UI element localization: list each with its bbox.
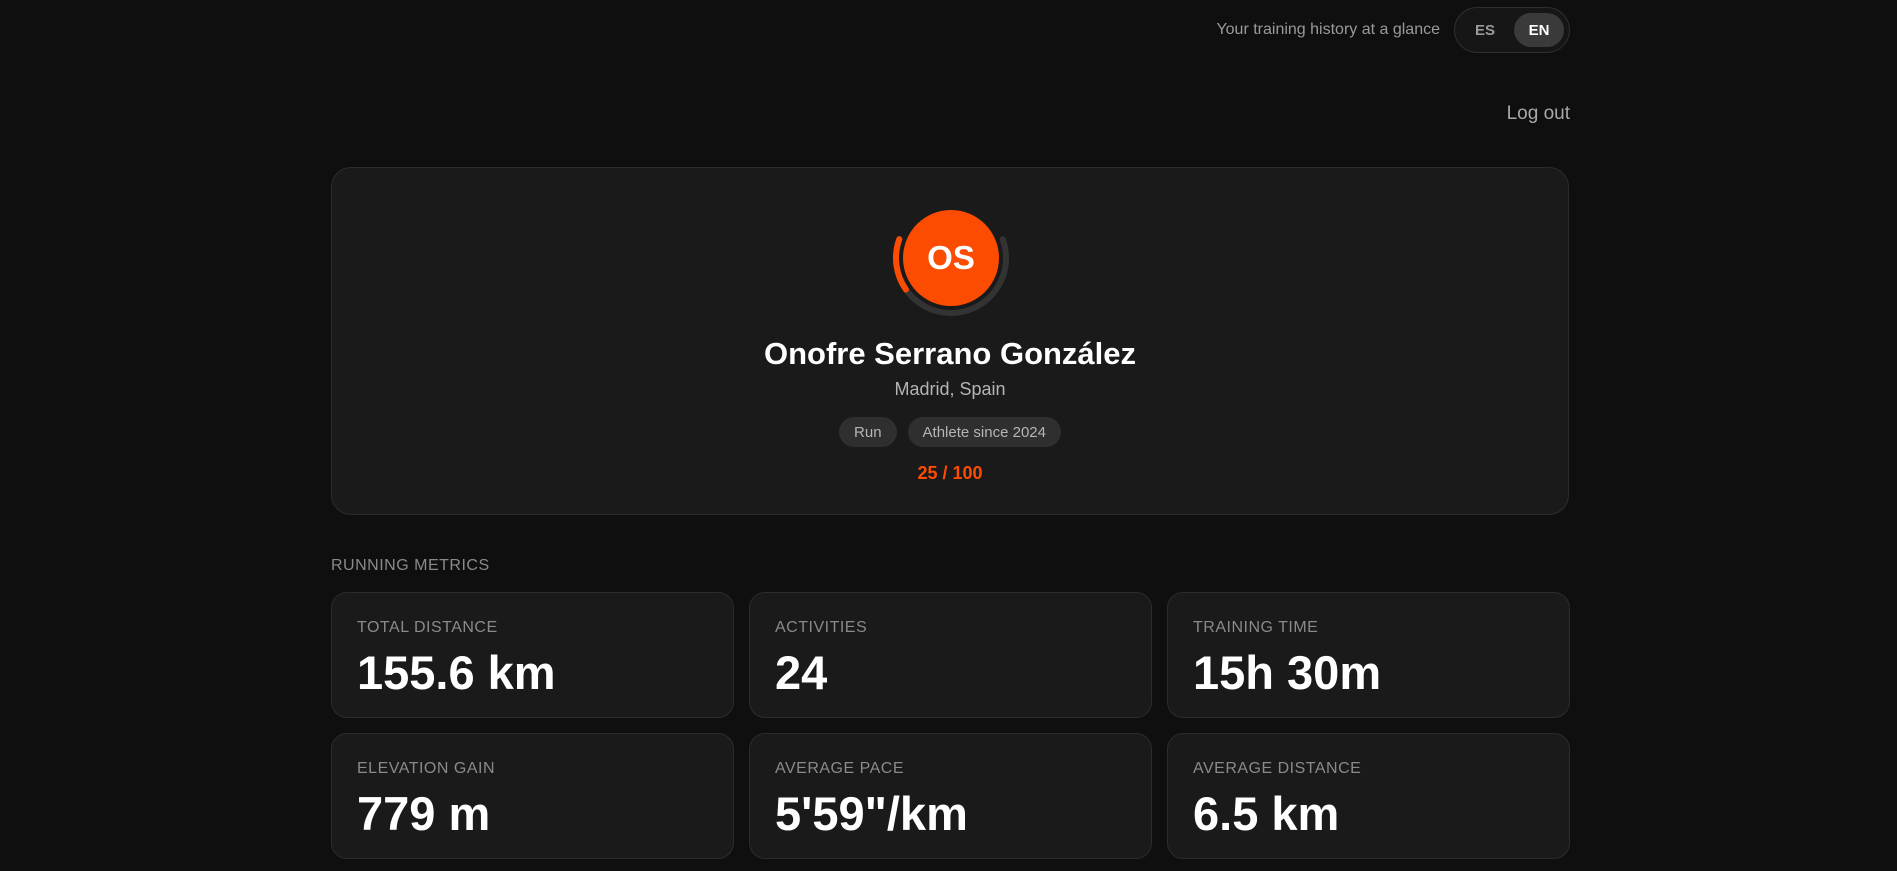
language-toggle: ES EN (1454, 7, 1570, 53)
athlete-name: Onofre Serrano González (763, 336, 1137, 371)
profile-card: OS Onofre Serrano González Madrid, Spain… (331, 167, 1569, 515)
metric-value: 155.6 km (357, 646, 556, 699)
metric-value: 779 m (357, 787, 491, 840)
metric-card-activities: ACTIVITIES 24 (749, 592, 1152, 718)
metric-card-average-pace: AVERAGE PACE 5'59"/km (749, 733, 1152, 859)
metric-value: 24 (775, 646, 828, 699)
metrics-grid: TOTAL DISTANCE 155.6 km ACTIVITIES 24 TR… (331, 592, 1570, 859)
progress-score: 25 / 100 (917, 463, 983, 483)
metric-label: AVERAGE PACE (775, 760, 904, 777)
metric-label: TRAINING TIME (1193, 619, 1319, 636)
metric-card-total-distance: TOTAL DISTANCE 155.6 km (331, 592, 734, 718)
metric-label: TOTAL DISTANCE (357, 619, 498, 636)
metric-card-training-time: TRAINING TIME 15h 30m (1167, 592, 1570, 718)
section-title: RUNNING METRICS (331, 557, 490, 574)
metric-label: ACTIVITIES (775, 619, 868, 636)
profile-tags: Run Athlete since 2024 (332, 417, 1568, 447)
language-button-en[interactable]: EN (1514, 13, 1564, 47)
metric-value: 15h 30m (1193, 646, 1382, 699)
tagline: Your training history at a glance (1216, 21, 1440, 38)
metric-value: 5'59"/km (775, 787, 968, 840)
metric-label: ELEVATION GAIN (357, 760, 495, 777)
athlete-since-tag: Athlete since 2024 (907, 417, 1061, 447)
metric-card-elevation-gain: ELEVATION GAIN 779 m (331, 733, 734, 859)
page: Your training history at a glance ES EN … (0, 0, 1897, 871)
metric-label: AVERAGE DISTANCE (1193, 760, 1362, 777)
logout-link[interactable]: Log out (1507, 103, 1570, 125)
language-button-es[interactable]: ES (1460, 13, 1510, 47)
metric-card-average-distance: AVERAGE DISTANCE 6.5 km (1167, 733, 1570, 859)
top-bar: Your training history at a glance ES EN (330, 7, 1570, 53)
avatar: OS (903, 210, 999, 306)
athlete-location: Madrid, Spain (894, 379, 1006, 399)
sport-tag: Run (839, 417, 897, 447)
metric-value: 6.5 km (1193, 787, 1340, 840)
avatar-progress-ring: OS (891, 204, 1011, 324)
